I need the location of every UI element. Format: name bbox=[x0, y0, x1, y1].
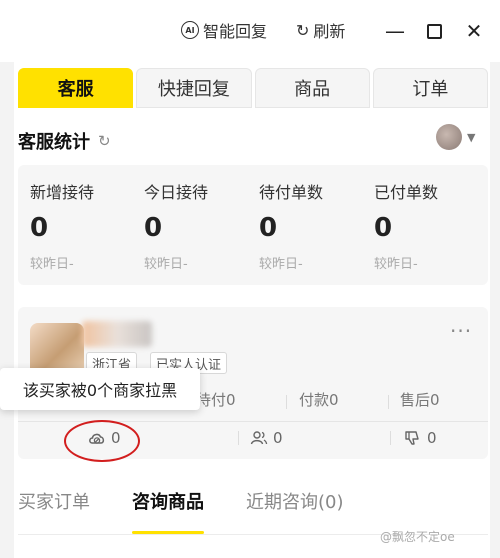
stat-compare: 较昨日- bbox=[30, 257, 74, 272]
caret-down-icon[interactable]: ▼ bbox=[467, 131, 475, 144]
stat-pending-orders: 待付单数 0 较昨日- bbox=[259, 179, 323, 272]
agent-avatar[interactable] bbox=[436, 124, 462, 150]
maximize-button[interactable] bbox=[423, 20, 445, 42]
stat-today-reception: 今日接待 0 较昨日- bbox=[144, 179, 208, 272]
stats-card: 新增接待 0 较昨日- 今日接待 0 较昨日- 待付单数 0 较昨日- 已付单数… bbox=[18, 165, 488, 285]
dislike-count[interactable]: 0 bbox=[404, 429, 437, 447]
metric-paid: 付款0 bbox=[299, 391, 339, 409]
tab-orders[interactable]: 订单 bbox=[372, 68, 488, 108]
metric-pending: 待付0 bbox=[196, 391, 236, 409]
maximize-icon bbox=[426, 23, 442, 39]
bottom-tabs: 买家订单 咨询商品 近期咨询(0) bbox=[18, 488, 344, 534]
ai-reply-label: 智能回复 bbox=[203, 22, 268, 41]
dislike-value: 0 bbox=[427, 429, 437, 447]
tab-recent-inquiries[interactable]: 近期咨询(0) bbox=[246, 488, 344, 524]
stat-compare: 较昨日- bbox=[374, 257, 418, 272]
close-icon: ✕ bbox=[465, 19, 483, 43]
main-tabs: 客服 快捷回复 商品 订单 bbox=[18, 68, 488, 108]
stat-label: 已付单数 bbox=[374, 183, 439, 202]
minimize-button[interactable]: — bbox=[384, 19, 406, 43]
stat-compare: 较昨日- bbox=[259, 257, 303, 272]
title-bar: AI 智能回复 ↻ 刷新 — ✕ bbox=[0, 0, 500, 62]
refresh-button[interactable]: ↻ 刷新 bbox=[296, 18, 345, 42]
users-count[interactable]: 0 bbox=[250, 429, 283, 447]
users-icon bbox=[250, 431, 268, 445]
stat-label: 待付单数 bbox=[259, 183, 324, 202]
stat-value: 0 bbox=[259, 213, 278, 243]
refresh-icon: ↻ bbox=[296, 20, 310, 40]
close-button[interactable]: ✕ bbox=[463, 19, 485, 43]
highlight-circle bbox=[64, 420, 140, 462]
stat-paid-orders: 已付单数 0 较昨日- bbox=[374, 179, 438, 272]
divider bbox=[238, 431, 239, 445]
stats-header: 客服统计 ↻ bbox=[18, 128, 111, 154]
stat-value: 0 bbox=[374, 213, 393, 243]
divider bbox=[286, 395, 287, 409]
stats-refresh-icon[interactable]: ↻ bbox=[98, 132, 111, 150]
metric-aftersale: 售后0 bbox=[400, 391, 440, 409]
users-value: 0 bbox=[273, 429, 283, 447]
divider bbox=[388, 395, 389, 409]
buyer-name bbox=[82, 321, 152, 347]
right-panel-edge bbox=[490, 62, 500, 558]
tab-buyer-orders[interactable]: 买家订单 bbox=[18, 488, 90, 524]
watermark: @飘忽不定oe bbox=[380, 530, 455, 544]
stat-label: 新增接待 bbox=[30, 183, 95, 202]
stat-value: 0 bbox=[144, 213, 163, 243]
blacklist-tooltip: 该买家被0个商家拉黑 bbox=[0, 368, 200, 410]
tab-inquiry-products[interactable]: 咨询商品 bbox=[132, 488, 204, 534]
left-panel-edge bbox=[0, 62, 14, 558]
tab-quick-reply[interactable]: 快捷回复 bbox=[136, 68, 252, 108]
stat-new-reception: 新增接待 0 较昨日- bbox=[30, 179, 94, 272]
tab-customer-service[interactable]: 客服 bbox=[18, 68, 134, 108]
minimize-icon: — bbox=[385, 19, 405, 43]
stats-title: 客服统计 bbox=[18, 132, 90, 153]
stat-value: 0 bbox=[30, 213, 49, 243]
more-icon[interactable]: ··· bbox=[450, 319, 472, 343]
tab-products[interactable]: 商品 bbox=[254, 68, 370, 108]
divider bbox=[390, 431, 391, 445]
thumbs-down-icon bbox=[405, 431, 419, 445]
ai-icon: AI bbox=[181, 21, 199, 39]
stat-compare: 较昨日- bbox=[144, 257, 188, 272]
ai-reply-button[interactable]: AI 智能回复 bbox=[181, 18, 267, 42]
stat-label: 今日接待 bbox=[144, 183, 209, 202]
refresh-label: 刷新 bbox=[313, 22, 346, 41]
